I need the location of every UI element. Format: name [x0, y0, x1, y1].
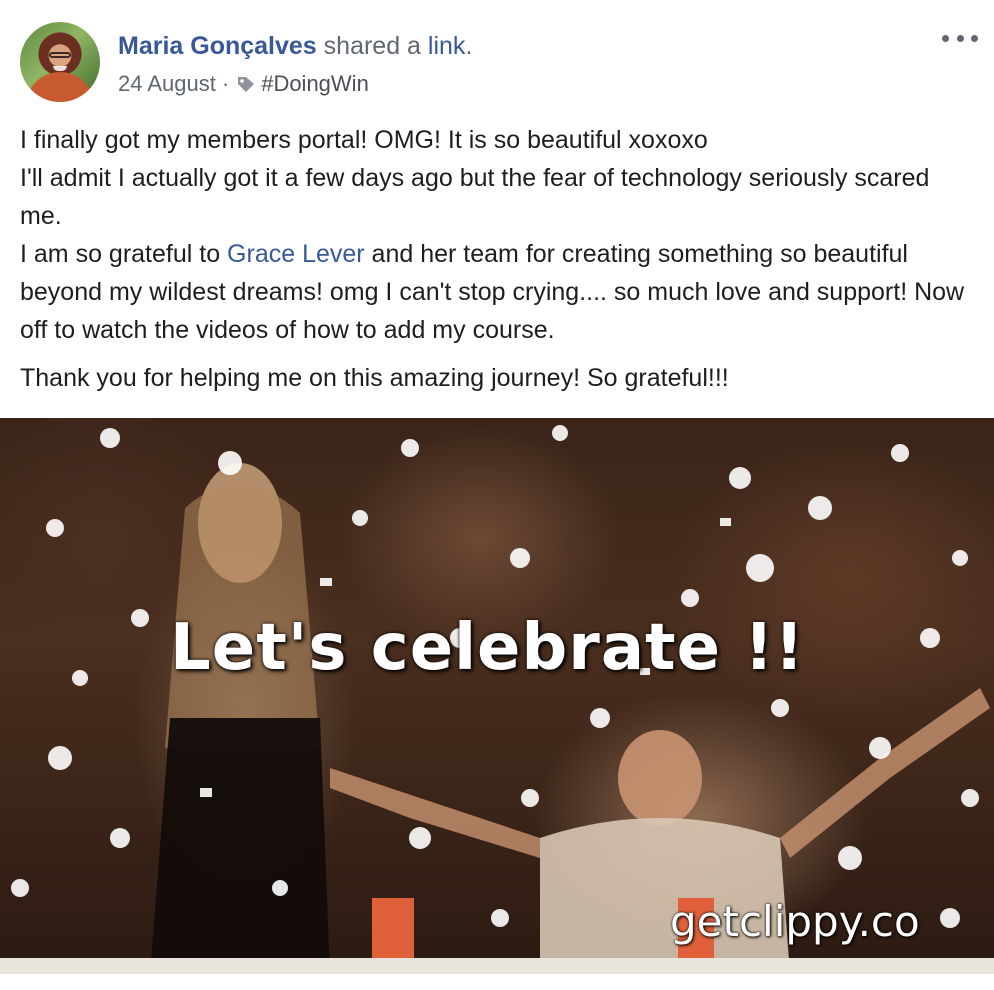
- post-text-paragraph: I am so grateful to Grace Lever and her …: [20, 235, 970, 349]
- tag-icon: [238, 77, 255, 92]
- facebook-post: Maria Gonçalves shared a link. 24 August…: [0, 0, 994, 990]
- post-text-segment: I am so grateful to: [20, 240, 228, 268]
- avatar-smile: [53, 66, 67, 71]
- post-text-line: Thank you for helping me on this amazing…: [20, 364, 729, 392]
- post-header-title: Maria Gonçalves shared a link.: [118, 30, 472, 62]
- gif-figure-head: [618, 730, 702, 826]
- gif-watermark: getclippy.co: [670, 897, 920, 946]
- author-avatar[interactable]: [20, 22, 100, 102]
- header-period: .: [465, 32, 473, 60]
- more-horizontal-icon[interactable]: [942, 30, 978, 46]
- shared-verb: shared a: [323, 32, 421, 60]
- gif-figure-arm: [780, 688, 990, 858]
- more-dot: [956, 34, 964, 42]
- post-meta: 24 August · #DoingWin: [118, 69, 369, 99]
- celebration-gif[interactable]: Let's celebrate !! getclippy.co: [0, 418, 994, 974]
- shared-link[interactable]: link: [428, 32, 466, 60]
- author-name-link[interactable]: Maria Gonçalves: [118, 32, 317, 60]
- gif-scene: [0, 425, 994, 974]
- meta-separator: ·: [221, 71, 230, 96]
- gif-figure-dress: [150, 718, 330, 974]
- post-text-line: I'll admit I actually got it a few days …: [20, 164, 930, 230]
- gif-figure-arm: [330, 768, 540, 858]
- gif-table: [0, 958, 994, 974]
- post-date-link[interactable]: 24 August: [118, 69, 216, 99]
- gif-caption: Let's celebrate !!: [170, 611, 805, 685]
- hashtag-link[interactable]: #DoingWin: [261, 69, 369, 99]
- more-dot: [942, 34, 949, 42]
- avatar-glasses: [49, 52, 71, 58]
- mention-link[interactable]: Grace Lever: [227, 240, 365, 268]
- post-body: I finally got my members portal! OMG! It…: [20, 121, 970, 397]
- more-dot: [971, 34, 978, 42]
- post-text-line: I finally got my members portal! OMG! It…: [20, 126, 708, 154]
